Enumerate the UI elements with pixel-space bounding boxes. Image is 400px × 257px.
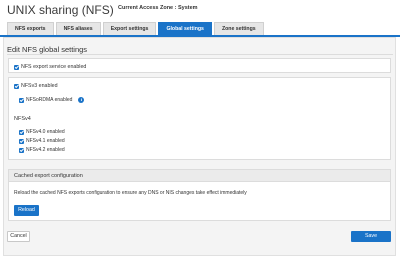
nfsv4-heading: NFSv4: [14, 116, 31, 122]
cache-description: Reload the cached NFS exports configurat…: [14, 190, 247, 196]
nfsv41-label: NFSv4.1 enabled: [26, 138, 65, 144]
cache-box: Cached export configuration Reload the c…: [8, 169, 391, 221]
tab-zone-settings[interactable]: Zone settings: [213, 22, 264, 35]
nfsv3-label: NFSv3 enabled: [21, 83, 58, 89]
nfsv40-option[interactable]: NFSv4.0 enabled: [19, 129, 65, 135]
nfsv42-checkbox[interactable]: [19, 147, 24, 153]
nfsordma-label: NFSoRDMA enabled: [26, 97, 73, 103]
divider: [7, 54, 393, 55]
section-title: Edit NFS global settings: [7, 45, 88, 54]
export-service-box: NFS export service enabled: [8, 58, 391, 73]
nfsv40-label: NFSv4.0 enabled: [26, 129, 65, 135]
tab-export-settings[interactable]: Export settings: [102, 22, 157, 35]
save-button[interactable]: Save: [351, 231, 391, 242]
nfsv3-option[interactable]: NFSv3 enabled: [14, 83, 58, 89]
nfsv41-option[interactable]: NFSv4.1 enabled: [19, 138, 65, 144]
nfsv40-checkbox[interactable]: [19, 129, 24, 135]
export-service-option[interactable]: NFS export service enabled: [14, 64, 86, 70]
nfsv3-checkbox[interactable]: [14, 83, 19, 89]
cancel-button[interactable]: Cancel: [7, 231, 30, 242]
protocol-box: NFSv3 enabled NFSoRDMA enabled i NFSv4 N…: [8, 77, 391, 160]
tab-bar: NFS exports NFS aliases Export settings …: [7, 22, 266, 35]
nfsv42-option[interactable]: NFSv4.2 enabled: [19, 147, 65, 153]
info-icon[interactable]: i: [78, 97, 85, 103]
nfsv41-checkbox[interactable]: [19, 138, 24, 144]
export-service-label: NFS export service enabled: [21, 64, 87, 70]
reload-button[interactable]: Reload: [14, 205, 39, 216]
tab-global-settings[interactable]: Global settings: [158, 22, 212, 35]
nfsordma-checkbox[interactable]: [19, 97, 24, 103]
nfsv42-label: NFSv4.2 enabled: [26, 147, 65, 153]
tab-nfs-exports[interactable]: NFS exports: [7, 22, 54, 35]
access-zone-label: Current Access Zone : System: [118, 5, 198, 11]
page-title: UNIX sharing (NFS): [7, 3, 114, 17]
nfsordma-option[interactable]: NFSoRDMA enabled i: [19, 97, 85, 103]
export-service-checkbox[interactable]: [14, 64, 19, 70]
cache-heading: Cached export configuration: [9, 170, 390, 182]
tab-nfs-aliases[interactable]: NFS aliases: [55, 22, 101, 35]
